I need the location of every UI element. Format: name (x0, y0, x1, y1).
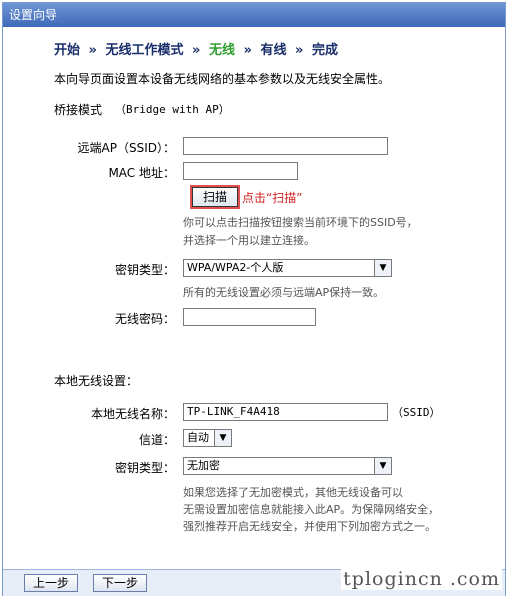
mac-address-label: MAC 地址： (108, 166, 175, 180)
next-button[interactable]: 下一步 (93, 574, 147, 592)
local-name-label: 本地无线名称： (90, 407, 175, 421)
remote-key-type-label: 密钥类型： (114, 263, 175, 277)
chevron-down-icon[interactable]: ▼ (374, 260, 391, 276)
ssid-suffix: （SSID） (392, 406, 441, 419)
step-finish: 完成 (311, 43, 338, 58)
bridge-mode-value: （Bridge with AP） (115, 103, 230, 116)
step-wireless-mode: 无线工作模式 (105, 43, 184, 58)
scan-hint-line2: 并选择一个用以建立连接。 (183, 234, 315, 247)
chevron-down-icon[interactable]: ▼ (374, 458, 391, 474)
step-separator: » (192, 43, 201, 58)
remote-ssid-label: 远端AP（SSID）： (77, 141, 175, 155)
local-hint-line3: 强烈推荐开启无线安全，并使用下列加密方式之一。 (183, 520, 436, 533)
watermark: tplogincn .com (341, 568, 502, 590)
remote-key-type-select[interactable]: WPA/WPA2-个人版 ▼ (183, 259, 392, 277)
remote-password-label: 无线密码： (114, 312, 175, 326)
channel-label: 信道： (138, 433, 175, 447)
step-separator: » (295, 43, 304, 58)
scan-hint-line1: 你可以点击扫描按钮搜索当前环境下的SSID号， (183, 216, 418, 229)
remote-key-type-value: WPA/WPA2-个人版 (187, 261, 284, 274)
channel-value: 自动 (187, 431, 209, 444)
intro-text: 本向导页面设置本设备无线网络的基本参数以及无线安全属性。 (54, 72, 391, 86)
remote-key-hint: 所有的无线设置必须与远端AP保持一致。 (183, 286, 385, 299)
local-ssid-input[interactable]: TP-LINK_F4A418 (183, 403, 388, 421)
bridge-mode-label: 桥接模式 (54, 103, 103, 117)
local-key-type-select[interactable]: 无加密 ▼ (183, 457, 392, 475)
step-wireless-current: 无线 (208, 43, 235, 58)
local-key-type-label: 密钥类型： (114, 461, 175, 475)
step-breadcrumb: 开始 » 无线工作模式 » 无线 » 有线 » 完成 (54, 39, 342, 58)
step-separator: » (88, 43, 97, 58)
remote-ssid-input[interactable] (183, 137, 388, 155)
prev-button[interactable]: 上一步 (24, 574, 78, 592)
local-key-type-value: 无加密 (187, 459, 220, 472)
chevron-down-icon[interactable]: ▼ (214, 430, 231, 446)
step-start: 开始 (54, 43, 81, 58)
local-hint-line2: 无需设置加密信息就能接入此AP。为保障网络安全， (183, 503, 440, 516)
scan-annotation: 点击“扫描” (242, 191, 303, 205)
step-wired: 有线 (260, 43, 287, 58)
window-title: 设置向导 (3, 3, 505, 27)
wizard-panel: 设置向导 开始 » 无线工作模式 » 无线 » 有线 » 完成 本向导页面设置本… (2, 2, 506, 596)
step-separator: » (243, 43, 252, 58)
channel-select[interactable]: 自动 ▼ (183, 429, 232, 447)
mac-address-input[interactable] (183, 162, 298, 180)
scan-button[interactable]: 扫描 (190, 185, 240, 209)
remote-password-input[interactable] (183, 308, 316, 326)
local-hint-line1: 如果您选择了无加密模式，其他无线设备可以 (183, 486, 403, 499)
local-section-label: 本地无线设置： (54, 374, 139, 388)
